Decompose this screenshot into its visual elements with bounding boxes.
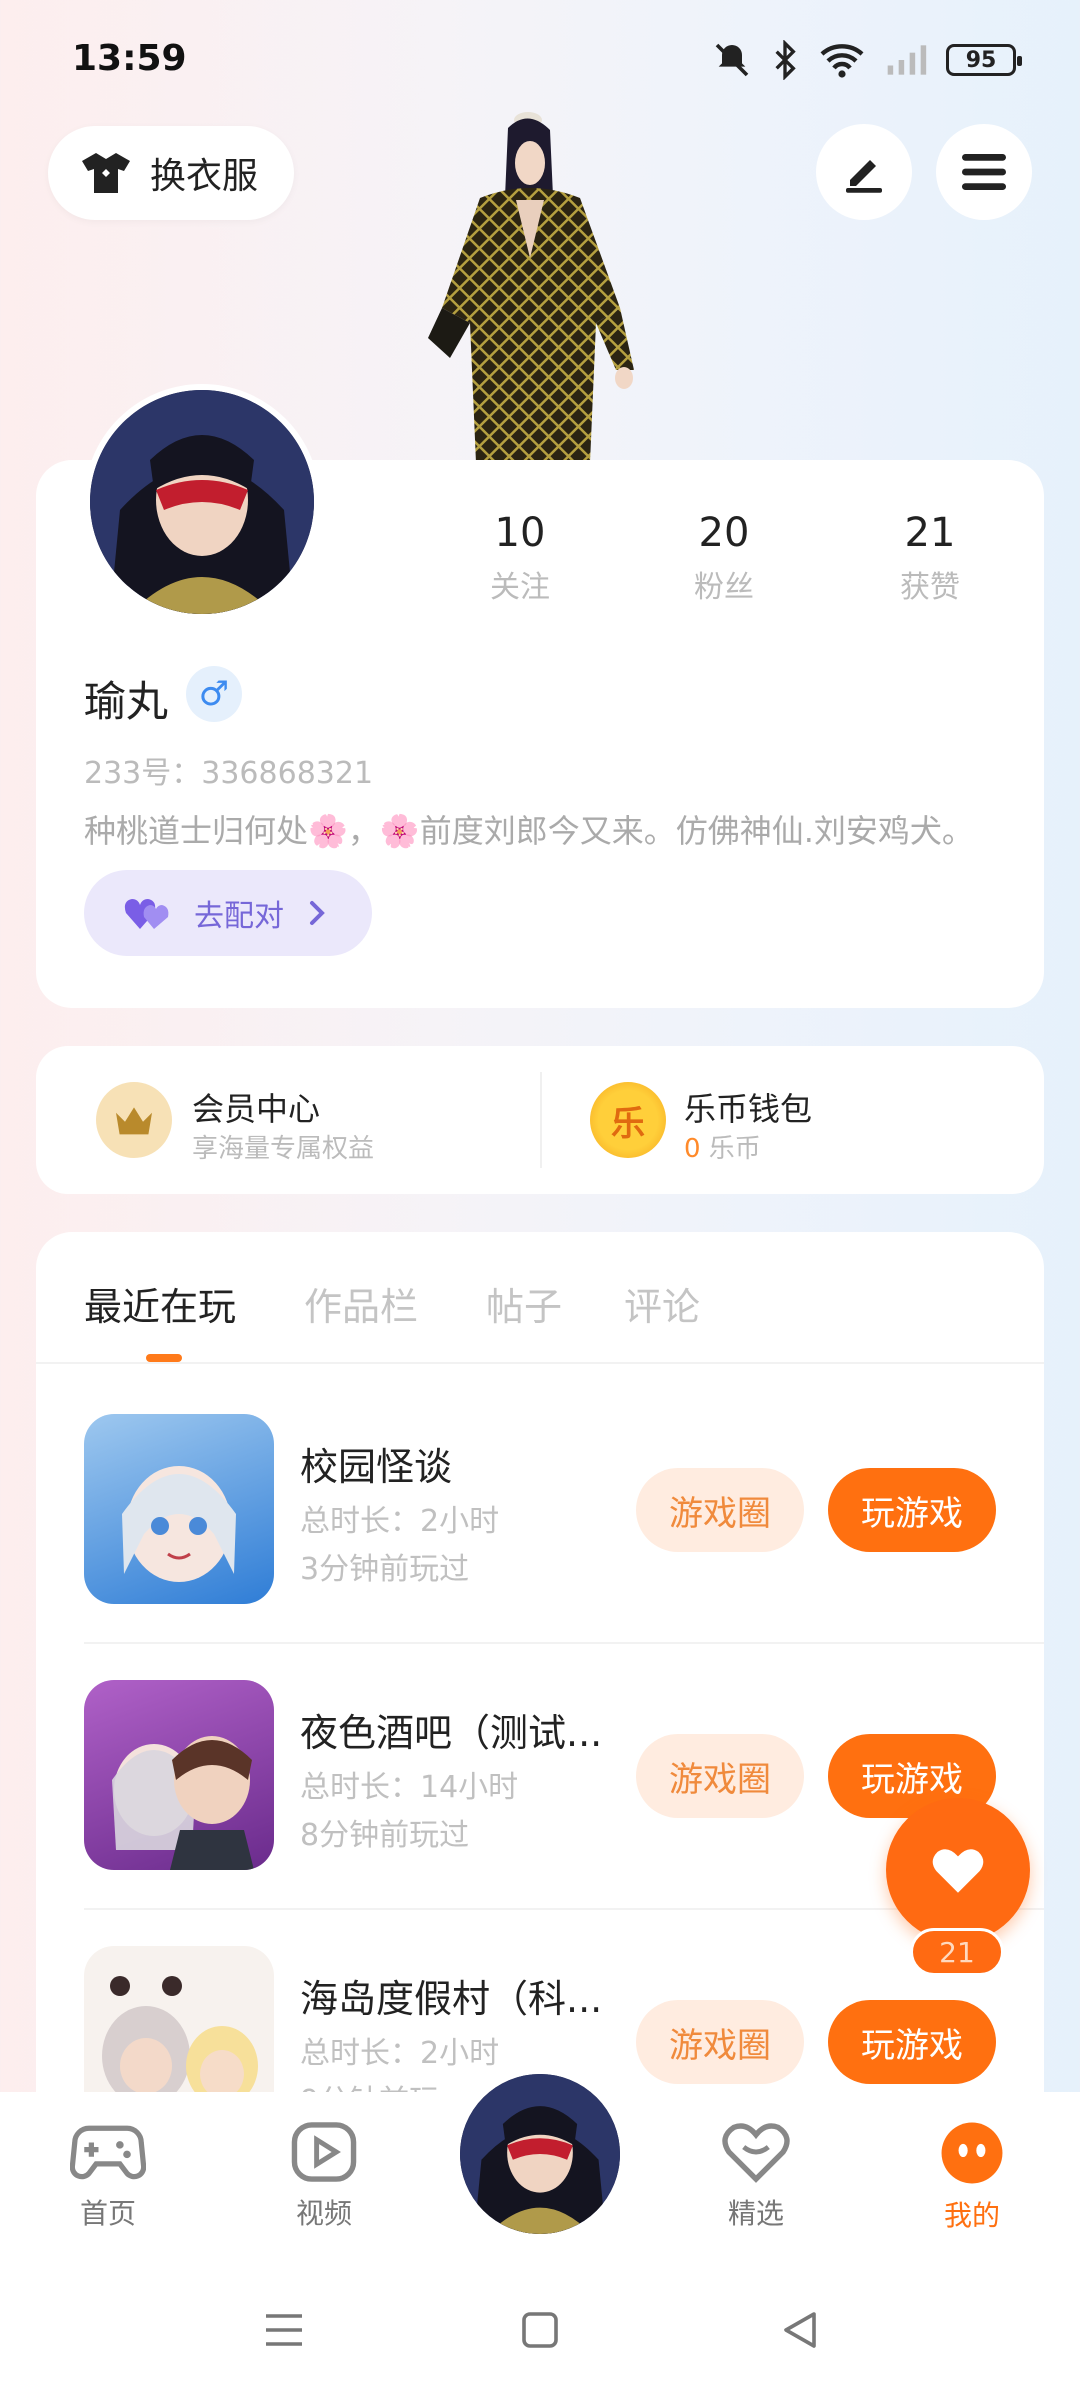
stat-following-label: 关注: [490, 570, 550, 605]
member-divider: [540, 1072, 542, 1168]
gamepad-icon: [69, 2125, 147, 2180]
status-icons: 95: [712, 40, 1022, 80]
bluetooth-icon: [775, 40, 796, 80]
me-face-icon: [941, 2122, 1003, 2184]
game-icon-campus[interactable]: [84, 1414, 274, 1604]
tab-posts[interactable]: 帖子: [486, 1276, 562, 1331]
play-game-button[interactable]: 玩游戏: [828, 2000, 996, 2084]
game-duration: 总时长：2小时: [300, 1504, 500, 1539]
like-count-badge: 21: [910, 1928, 1004, 1976]
edit-profile-button[interactable]: [816, 124, 912, 220]
wallet-amount: 0: [684, 1134, 701, 1164]
game-duration: 总时长：14小时: [300, 1770, 519, 1805]
hearts-icon: [124, 899, 169, 929]
stat-following-count: 10: [494, 510, 546, 556]
nav-home[interactable]: 首页: [48, 2120, 168, 2232]
crown-icon: [96, 1082, 172, 1158]
avatar-3d-figure[interactable]: [420, 108, 660, 463]
stat-likes-count: 21: [904, 510, 956, 556]
game-circle-button[interactable]: 游戏圈: [636, 1468, 804, 1552]
tabs-divider: [36, 1362, 1044, 1364]
chevron-right-icon: [310, 901, 325, 925]
hamburger-menu-icon: [962, 154, 1006, 190]
video-play-icon: [291, 2122, 357, 2182]
game-duration: 总时长：2小时: [300, 2036, 500, 2071]
system-back-icon[interactable]: [780, 2310, 820, 2350]
stat-followers-count: 20: [698, 510, 750, 556]
stat-followers[interactable]: 20 粉丝: [644, 510, 804, 606]
status-time: 13:59: [72, 38, 187, 79]
tab-recently-played[interactable]: 最近在玩: [84, 1276, 236, 1331]
menu-button[interactable]: [936, 124, 1032, 220]
featured-heart-icon: [722, 2123, 790, 2183]
coin-icon: 乐: [590, 1082, 666, 1158]
game-icon-night-bar[interactable]: [84, 1680, 274, 1870]
nav-featured[interactable]: 精选: [696, 2120, 816, 2232]
game-last-played: 3分钟前玩过: [300, 1552, 470, 1587]
male-gender-icon: ♂: [186, 666, 242, 722]
wallet-unit: 乐币: [700, 1134, 761, 1164]
nav-video-label: 视频: [295, 2197, 352, 2230]
tab-indicator: [146, 1354, 182, 1362]
signal-icon: [887, 45, 927, 75]
wallet-title[interactable]: 乐币钱包: [684, 1084, 812, 1130]
stat-likes-label: 获赞: [900, 570, 960, 605]
nav-featured-label: 精选: [727, 2197, 784, 2230]
match-label: 去配对: [194, 899, 284, 934]
game-circle-button[interactable]: 游戏圈: [636, 1734, 804, 1818]
pen-icon: [846, 160, 882, 193]
username: 瑜丸: [84, 677, 169, 726]
avatar-portrait: [90, 390, 314, 614]
game-last-played: 8分钟前玩过: [300, 1818, 470, 1853]
nav-me[interactable]: 我的: [912, 2120, 1032, 2234]
row-divider: [84, 1642, 1044, 1644]
vip-center-title[interactable]: 会员中心: [192, 1084, 320, 1130]
user-bio: 种桃道士归何处🌸，🌸前度刘郎今又来。仿佛神仙.刘安鸡犬。: [84, 812, 974, 850]
shirt-icon: [82, 153, 130, 193]
user-id: 233号：336868321: [84, 756, 374, 791]
profile-avatar[interactable]: [84, 384, 320, 620]
system-home-icon[interactable]: [520, 2310, 560, 2350]
nav-avatar-center[interactable]: [454, 2068, 626, 2240]
stat-followers-label: 粉丝: [694, 570, 754, 605]
tab-comments[interactable]: 评论: [624, 1276, 700, 1331]
play-game-button[interactable]: 玩游戏: [828, 1468, 996, 1552]
heart-icon: [932, 1849, 984, 1893]
system-menu-icon[interactable]: [262, 2310, 306, 2350]
nav-me-label: 我的: [943, 2199, 1000, 2232]
wallet-balance: 0 乐币: [684, 1128, 761, 1165]
like-floating-button[interactable]: [886, 1798, 1030, 1942]
game-title[interactable]: 夜色酒吧（测试...: [300, 1702, 602, 1757]
stat-following[interactable]: 10 关注: [440, 510, 600, 606]
match-button[interactable]: 去配对: [84, 870, 372, 956]
wifi-icon: [820, 44, 864, 78]
vip-center-subtitle: 享海量专属权益: [192, 1134, 375, 1164]
battery-indicator: 95: [946, 44, 1022, 76]
game-circle-button[interactable]: 游戏圈: [636, 2000, 804, 2084]
avatar-portrait-small: [460, 2074, 620, 2234]
change-outfit-button[interactable]: 换衣服: [48, 126, 294, 220]
game-title[interactable]: 校园怪谈: [300, 1436, 452, 1491]
nav-video[interactable]: 视频: [264, 2120, 384, 2232]
mute-bell-icon: [715, 43, 749, 77]
game-title[interactable]: 海岛度假村（科...: [300, 1968, 602, 2023]
tab-works[interactable]: 作品栏: [304, 1276, 418, 1331]
stat-likes[interactable]: 21 获赞: [850, 510, 1010, 606]
change-outfit-label: 换衣服: [150, 156, 259, 197]
nav-home-label: 首页: [79, 2197, 136, 2230]
